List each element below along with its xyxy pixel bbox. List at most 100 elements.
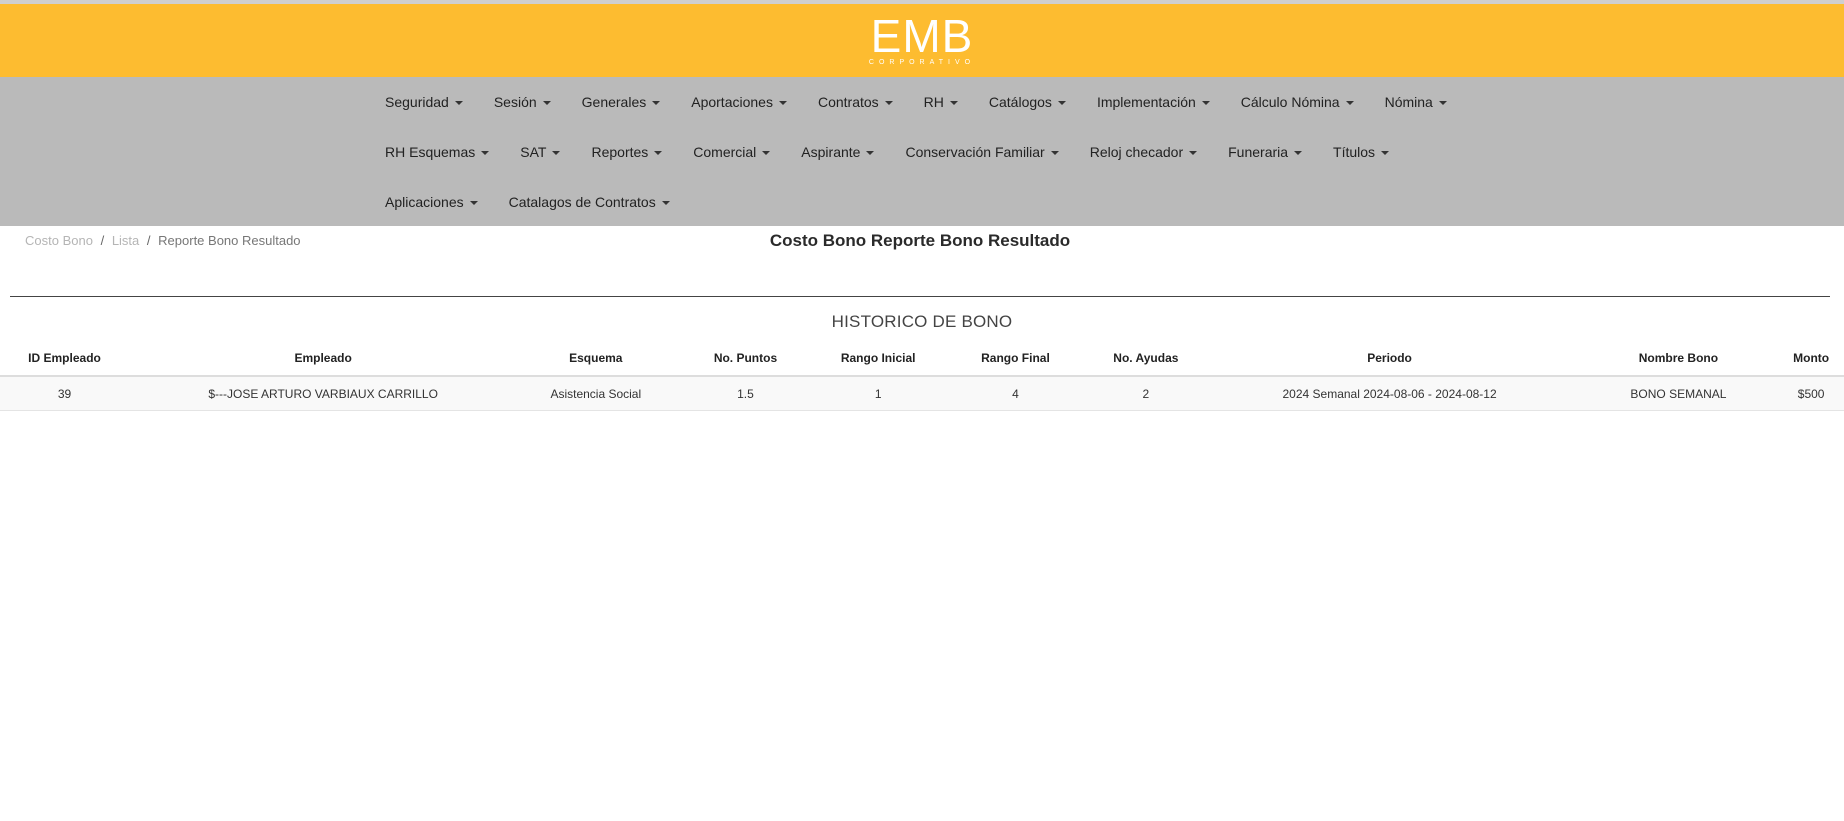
nav-menu-label: Seguridad	[385, 94, 449, 110]
bonus-history-table: ID Empleado Empleado Esquema No. Puntos Rang…	[0, 341, 1844, 411]
nav-menu-reloj-checador[interactable]: Reloj checador	[1077, 144, 1209, 160]
table-cell: BONO SEMANAL	[1578, 376, 1779, 411]
nav-menu-label: Funeraria	[1228, 144, 1289, 160]
nav-menu-label: Títulos	[1333, 144, 1376, 160]
caret-down-icon	[884, 100, 893, 105]
table-cell: 1.5	[674, 376, 817, 411]
nav-menu-rh[interactable]: RH	[911, 94, 970, 110]
column-header[interactable]: ID Empleado	[0, 341, 130, 377]
table-cell: 1	[816, 376, 940, 411]
page-header: Costo Bono / Lista / Reporte Bono Result…	[0, 226, 1844, 296]
caret-down-icon	[949, 100, 958, 105]
nav-menu-label: Reloj checador	[1089, 144, 1184, 160]
nav-menu-cálculo-nómina[interactable]: Cálculo Nómina	[1228, 94, 1366, 110]
caret-down-icon	[652, 100, 661, 105]
caret-down-icon	[1201, 100, 1210, 105]
nav-menu-label: RH Esquemas	[385, 144, 476, 160]
caret-down-icon	[1381, 150, 1390, 155]
table-cell: 4	[939, 376, 1092, 411]
caret-down-icon	[866, 150, 875, 155]
nav-menu-seguridad[interactable]: Seguridad	[372, 94, 475, 110]
nav-menu-label: Aportaciones	[691, 94, 773, 110]
nav-menu-label: Conservación Familiar	[905, 144, 1045, 160]
nav-menu: Seguridad Sesión Generales Aportaciones Cont…	[372, 77, 1465, 227]
nav-row: RH Esquemas SAT Reportes Comercial Aspirante…	[372, 127, 1465, 177]
company-logo[interactable]: EMB CORPORATIVO	[868, 9, 976, 68]
nav-menu-label: Sesión	[493, 94, 537, 110]
table-body: 39 $---JOSE ARTURO VARBIAUX CARRILLO Asist…	[0, 376, 1844, 411]
caret-down-icon	[1189, 150, 1198, 155]
caret-down-icon	[778, 100, 787, 105]
nav-menu-sesión[interactable]: Sesión	[481, 94, 563, 110]
nav-menu-label: Comercial	[693, 144, 757, 160]
caret-down-icon	[661, 200, 670, 205]
table-cell: Asistencia Social	[517, 376, 675, 411]
nav-menu-label: Implementación	[1096, 94, 1196, 110]
nav-menu-label: Nómina	[1384, 94, 1433, 110]
caret-down-icon	[454, 100, 463, 105]
nav-menu-label: Aspirante	[801, 144, 861, 160]
page-title: Costo Bono Reporte Bono Resultado	[769, 231, 1071, 250]
column-header[interactable]: No. Ayudas	[1091, 341, 1201, 377]
nav-row: Aplicaciones Catalagos de Contratos	[372, 177, 1465, 227]
nav-menu-comercial[interactable]: Comercial	[680, 144, 782, 160]
nav-menu-label: RH	[923, 94, 944, 110]
column-header[interactable]: Monto	[1778, 341, 1844, 377]
table-cell: $---JOSE ARTURO VARBIAUX CARRILLO	[129, 376, 518, 411]
nav-menu-aportaciones[interactable]: Aportaciones	[678, 94, 799, 110]
caret-down-icon	[552, 150, 561, 155]
nav-menu-catalagos-de-contratos[interactable]: Catalagos de Contratos	[496, 194, 682, 210]
table-header-row: ID Empleado Empleado Esquema No. Puntos Rang…	[0, 341, 1844, 377]
table-cell: 2024 Semanal 2024-08-06 - 2024-08-12	[1200, 376, 1579, 411]
nav-menu-aplicaciones[interactable]: Aplicaciones	[372, 194, 490, 210]
table-cell: 39	[0, 376, 130, 411]
column-header[interactable]: Periodo	[1200, 341, 1579, 377]
nav-menu-catálogos[interactable]: Catálogos	[976, 94, 1078, 110]
column-header[interactable]: Empleado	[129, 341, 518, 377]
nav-menu-label: Reportes	[591, 144, 649, 160]
caret-down-icon	[1050, 150, 1059, 155]
caret-down-icon	[1057, 100, 1066, 105]
column-header[interactable]: No. Puntos	[674, 341, 817, 377]
nav-menu-label: Aplicaciones	[385, 194, 464, 210]
nav-menu-label: Generales	[581, 94, 647, 110]
table-row: 39 $---JOSE ARTURO VARBIAUX CARRILLO Asist…	[0, 376, 1844, 411]
nav-menu-nómina[interactable]: Nómina	[1372, 94, 1459, 110]
main-navbar: Seguridad Sesión Generales Aportaciones Cont…	[0, 77, 1844, 226]
nav-menu-label: Catalagos de Contratos	[508, 194, 656, 210]
caret-down-icon	[469, 200, 478, 205]
caret-down-icon	[762, 150, 771, 155]
nav-menu-sat[interactable]: SAT	[507, 144, 572, 160]
table-cell: 2	[1091, 376, 1201, 411]
nav-menu-generales[interactable]: Generales	[569, 94, 673, 110]
nav-menu-aspirante[interactable]: Aspirante	[788, 144, 886, 160]
column-header[interactable]: Rango Inicial	[816, 341, 940, 377]
column-header[interactable]: Nombre Bono	[1578, 341, 1779, 377]
nav-menu-label: Catálogos	[988, 94, 1052, 110]
caret-down-icon	[654, 150, 663, 155]
nav-menu-funeraria[interactable]: Funeraria	[1215, 144, 1314, 160]
column-header[interactable]: Rango Final	[939, 341, 1092, 377]
nav-menu-reportes[interactable]: Reportes	[578, 144, 674, 160]
nav-menu-contratos[interactable]: Contratos	[805, 94, 905, 110]
caret-down-icon	[1294, 150, 1303, 155]
section-title: HISTORICO DE BONO	[831, 312, 1013, 331]
table-cell: $500	[1778, 376, 1844, 411]
logo-mark: EMB	[870, 9, 974, 62]
nav-menu-label: Cálculo Nómina	[1240, 94, 1340, 110]
logo-subtext: CORPORATIVO	[868, 58, 976, 66]
caret-down-icon	[481, 150, 490, 155]
column-header[interactable]: Esquema	[517, 341, 675, 377]
nav-menu-títulos[interactable]: Títulos	[1320, 144, 1401, 160]
divider	[10, 296, 1830, 297]
nav-menu-rh-esquemas[interactable]: RH Esquemas	[372, 144, 501, 160]
nav-menu-label: Contratos	[817, 94, 879, 110]
nav-row: Seguridad Sesión Generales Aportaciones Cont…	[372, 77, 1465, 127]
caret-down-icon	[1345, 100, 1354, 105]
nav-menu-implementación[interactable]: Implementación	[1084, 94, 1222, 110]
brand-bar: EMB CORPORATIVO	[0, 4, 1844, 77]
caret-down-icon	[1438, 100, 1447, 105]
nav-menu-label: SAT	[520, 144, 547, 160]
caret-down-icon	[542, 100, 551, 105]
nav-menu-conservación-familiar[interactable]: Conservación Familiar	[892, 144, 1070, 160]
